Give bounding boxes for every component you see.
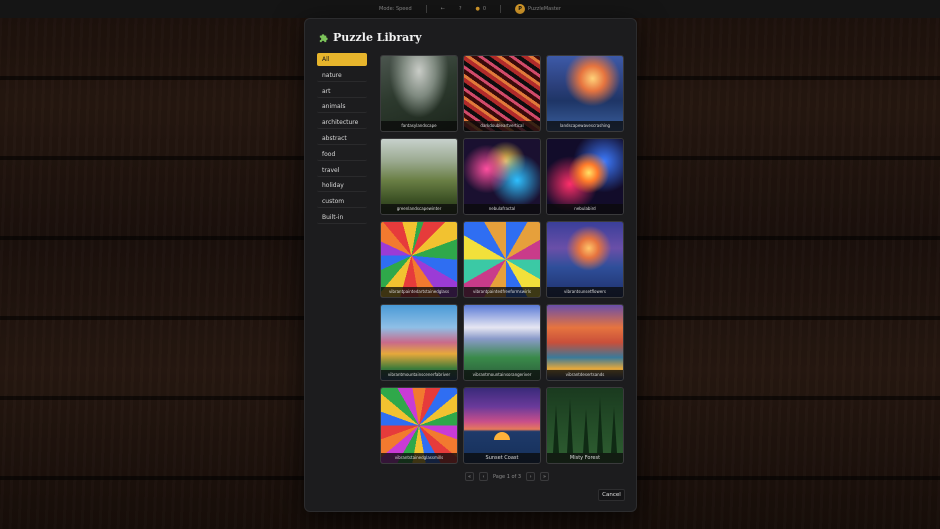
brand-name: PuzzleMaster [528,6,561,12]
tree-shape [553,405,559,453]
next-page-button[interactable]: › [526,472,536,481]
sun-shape [494,432,510,440]
puzzle-card[interactable]: greenlandscapewinter [380,138,458,215]
help-button[interactable]: ? [459,6,462,12]
puzzle-card[interactable]: fantasylandscape [380,55,458,132]
puzzle-thumbnail [381,305,457,380]
puzzle-card[interactable]: Sunset Coast [463,387,541,464]
category-item-art[interactable]: art [317,85,367,98]
puzzle-library-dialog: Puzzle Library All nature art animals ar… [304,18,637,512]
trophy-icon: ● [475,6,480,12]
puzzle-label: vibrantmountainscenerfabriver [381,370,457,380]
puzzle-label: vibrantmountainsorangeriver [464,370,540,380]
pieces-counter: ● 0 [475,6,486,12]
puzzle-card[interactable]: nebulafractal [463,138,541,215]
puzzle-label: vibrantpaintedartstainedglass [381,287,457,297]
tree-shape [597,397,603,453]
puzzle-label: darkdoubleartvertical [464,121,540,131]
category-item-all[interactable]: All [317,53,367,66]
mode-label: Mode: Speed [379,6,412,12]
puzzle-label: greenlandscapewinter [381,204,457,214]
puzzle-label: vibrantstainedglassmills [381,453,457,463]
puzzle-card[interactable]: landscapewavescrashing [546,55,624,132]
category-item-built-in[interactable]: Built-in [317,211,367,224]
category-item-abstract[interactable]: abstract [317,132,367,145]
category-sidebar: All nature art animals architecture abst… [317,53,367,227]
puzzle-grid: fantasylandscape darkdoubleartvertical l… [380,55,624,464]
puzzle-piece-icon [319,34,328,43]
puzzle-label: vibrantdesertsands [547,370,623,380]
tree-shape [583,409,589,453]
puzzle-thumbnail [464,139,540,214]
puzzle-thumbnail [547,388,623,463]
back-arrow-icon: ← [440,6,445,12]
puzzle-card[interactable]: vibrantmountainscenerfabriver [380,304,458,381]
toolbar-divider [500,5,502,13]
top-toolbar: Mode: Speed ← ? ● 0 P PuzzleMaster [0,0,940,18]
puzzle-label: Sunset Coast [464,453,540,463]
puzzle-card[interactable]: vibrantpaintedfreeformswirls [463,221,541,298]
category-item-animals[interactable]: animals [317,100,367,114]
puzzle-thumbnail [464,305,540,380]
puzzle-thumbnail [381,388,457,463]
tree-shape [611,407,617,453]
puzzle-label: nebulabird [547,204,623,214]
category-item-food[interactable]: food [317,148,367,161]
puzzle-thumbnail [547,222,623,297]
puzzle-card[interactable]: Misty Forest [546,387,624,464]
puzzle-thumbnail [464,388,540,463]
puzzle-card[interactable]: vibrantstainedglassmills [380,387,458,464]
puzzle-card[interactable]: vibrantpaintedartstainedglass [380,221,458,298]
tree-shape [567,399,573,453]
dialog-title: Puzzle Library [333,31,422,44]
dialog-header: Puzzle Library [318,31,421,44]
page-indicator: Page 1 of 3 [493,473,522,480]
puzzle-card[interactable]: vibrantmountainsorangeriver [463,304,541,381]
puzzle-thumbnail [547,305,623,380]
puzzle-thumbnail [547,56,623,131]
category-item-travel[interactable]: travel [317,164,367,177]
category-item-holiday[interactable]: holiday [317,179,367,193]
puzzle-thumbnail [381,56,457,131]
puzzle-label: fantasylandscape [381,121,457,131]
pagination: « ‹ Page 1 of 3 › » [465,472,550,481]
brand-logo-icon: P [515,4,526,14]
puzzle-label: vibrantpaintedfreeformswirls [464,287,540,297]
mode-selector[interactable]: Mode: Speed [379,6,412,12]
help-icon: ? [458,6,462,12]
category-item-architecture[interactable]: architecture [317,116,367,130]
first-page-button[interactable]: « [465,472,474,481]
puzzle-card[interactable]: vibrantdesertsands [546,304,624,381]
puzzle-thumbnail [464,222,540,297]
puzzle-thumbnail [381,139,457,214]
puzzle-card[interactable]: darkdoubleartvertical [463,55,541,132]
back-button[interactable]: ← [441,6,445,12]
puzzle-label: nebulafractal [464,204,540,214]
prev-page-button[interactable]: ‹ [479,472,488,481]
puzzle-thumbnail [547,139,623,214]
cancel-button[interactable]: Cancel [598,489,625,501]
puzzle-card[interactable]: nebulabird [546,138,624,215]
last-page-button[interactable]: » [540,472,550,481]
puzzle-label: landscapewavescrashing [547,121,623,131]
brand[interactable]: P PuzzleMaster [515,4,561,14]
toolbar-divider [425,5,427,13]
puzzle-thumbnail [381,222,457,297]
category-item-nature[interactable]: nature [317,69,367,82]
pieces-count: 0 [482,6,487,12]
puzzle-label: vibrantsunsetflowers [547,287,623,297]
category-item-custom[interactable]: custom [317,195,367,209]
puzzle-card[interactable]: vibrantsunsetflowers [546,221,624,298]
puzzle-thumbnail [464,56,540,131]
puzzle-label: Misty Forest [547,453,623,463]
